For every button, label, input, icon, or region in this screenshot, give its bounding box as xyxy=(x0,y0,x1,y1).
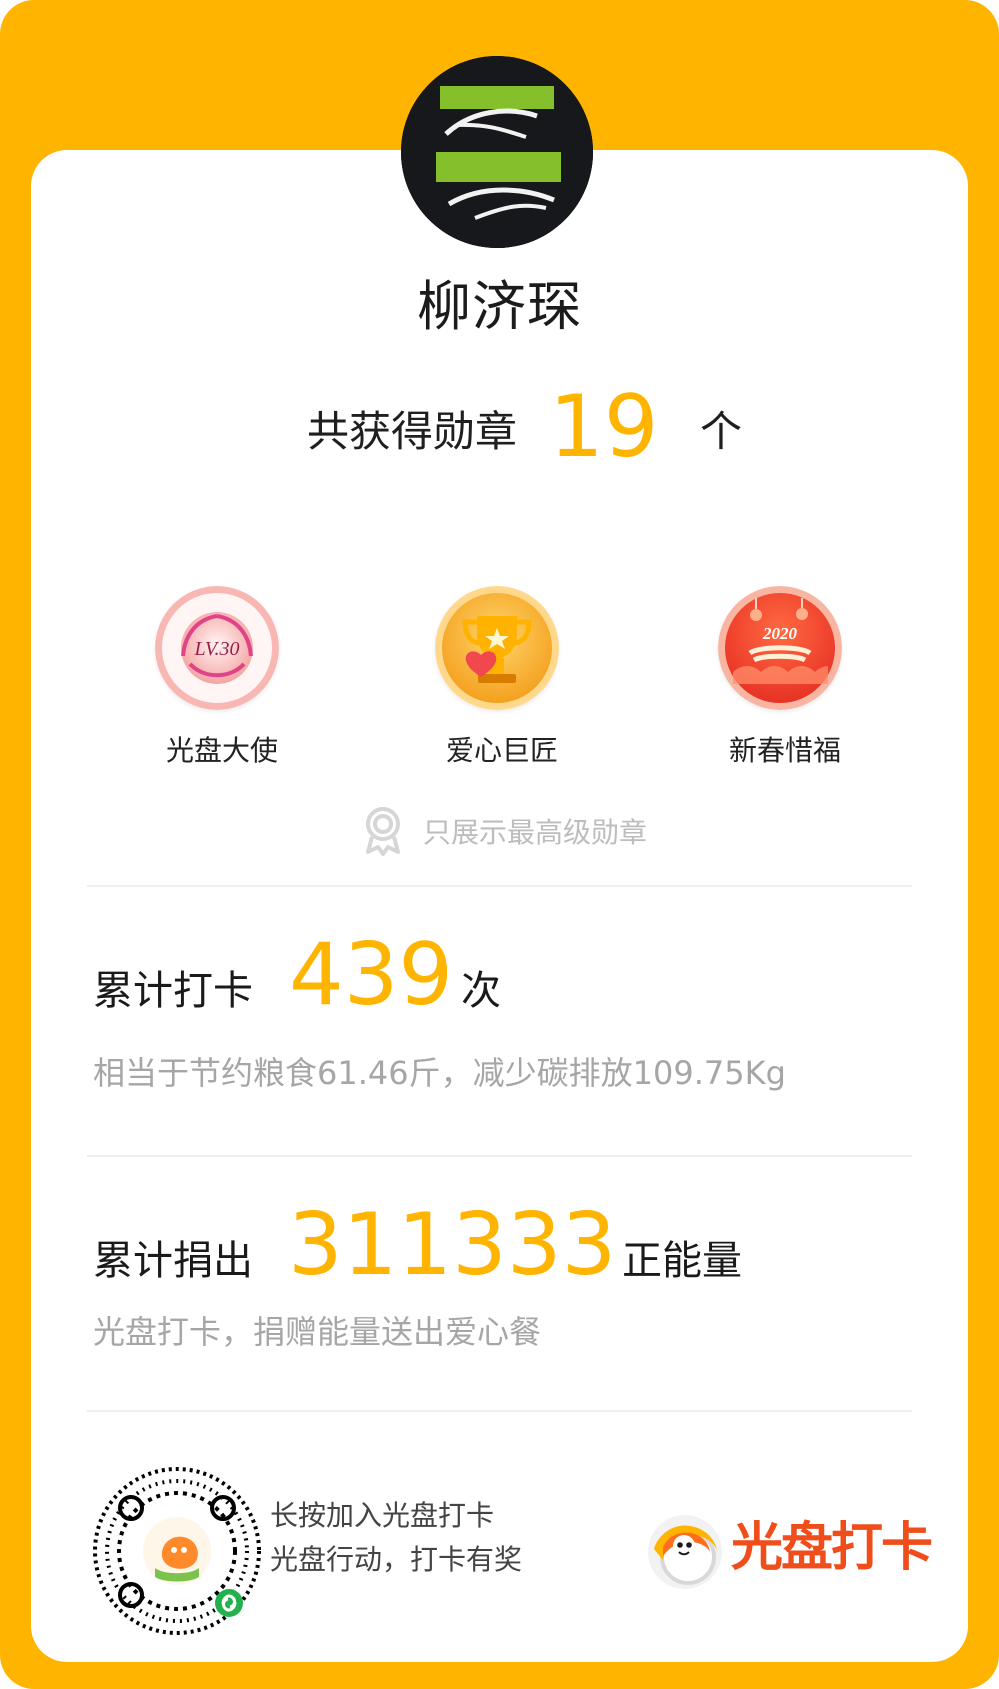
section-divider xyxy=(87,885,912,887)
donation-stats: 累计捐出 311333 正能量 光盘打卡，捐赠能量送出爱心餐 xyxy=(93,1200,913,1351)
badge-label: 光盘大使 xyxy=(165,734,278,767)
brand-logo-text: 光盘打卡 xyxy=(731,1518,933,1578)
new-year-badge-icon: 2020 xyxy=(718,586,842,710)
donation-unit: 正能量 xyxy=(622,1238,742,1284)
badge-summary-prefix: 共获得勋章 xyxy=(307,407,518,456)
badge-summary: 共获得勋章 19 个 xyxy=(0,382,999,482)
donation-description: 光盘打卡，捐赠能量送出爱心餐 xyxy=(93,1313,542,1351)
donation-title-row: 累计捐出 311333 正能量 xyxy=(93,1200,913,1300)
trophy-heart-badge-icon xyxy=(435,586,559,710)
share-poster: 柳济琛 共获得勋章 19 个 LV.30 光盘大使 爱心巨匠 2020 新春惜福… xyxy=(0,0,999,1689)
avatar-image-icon xyxy=(401,56,593,248)
section-divider xyxy=(87,1410,912,1412)
top-level-badge-note: 只展示最高级勋章 xyxy=(360,806,690,856)
medal-icon xyxy=(360,806,406,856)
footer-line-2: 光盘行动，打卡有奖 xyxy=(270,1543,523,1576)
donation-title: 累计捐出 xyxy=(93,1238,253,1284)
footer-line-1: 长按加入光盘打卡 xyxy=(270,1499,495,1532)
profile-card xyxy=(31,150,968,1662)
level-badge-text: LV.30 xyxy=(193,638,239,660)
section-divider xyxy=(87,1155,912,1157)
avatar xyxy=(401,56,593,248)
top-level-note-text: 只展示最高级勋章 xyxy=(423,816,648,849)
profile-name: 柳济琛 xyxy=(417,275,582,338)
brand-logo: 光盘打卡 xyxy=(633,1502,933,1602)
badge-label: 新春惜福 xyxy=(728,734,841,767)
donation-count: 311333 xyxy=(288,1195,617,1295)
badge-summary-suffix: 个 xyxy=(700,407,743,456)
badge-item-love-master[interactable]: 爱心巨匠 xyxy=(397,586,607,776)
checkin-title-row: 累计打卡 439 次 xyxy=(93,930,913,1030)
badge-label: 爱心巨匠 xyxy=(445,734,558,767)
level-badge-icon: LV.30 xyxy=(155,586,279,710)
footer: 长按加入光盘打卡 光盘行动，打卡有奖 光盘打卡 xyxy=(0,1462,999,1636)
checkin-title: 累计打卡 xyxy=(93,968,253,1014)
new-year-badge-text: 2020 xyxy=(762,624,798,643)
qr-code-icon[interactable] xyxy=(92,1466,262,1636)
badge-count: 19 xyxy=(549,377,659,477)
badge-item-spring-blessing[interactable]: 2020 新春惜福 xyxy=(680,586,890,776)
checkin-unit: 次 xyxy=(461,968,501,1014)
checkin-count: 439 xyxy=(289,925,454,1025)
badge-item-guangpan-ambassador[interactable]: LV.30 光盘大使 xyxy=(117,586,327,776)
checkin-stats: 累计打卡 439 次 相当于节约粮食61.46斤，减少碳排放109.75Kg xyxy=(93,930,913,1092)
checkin-description: 相当于节约粮食61.46斤，减少碳排放109.75Kg xyxy=(93,1054,786,1092)
footer-text: 长按加入光盘打卡 光盘行动，打卡有奖 xyxy=(270,1494,522,1582)
